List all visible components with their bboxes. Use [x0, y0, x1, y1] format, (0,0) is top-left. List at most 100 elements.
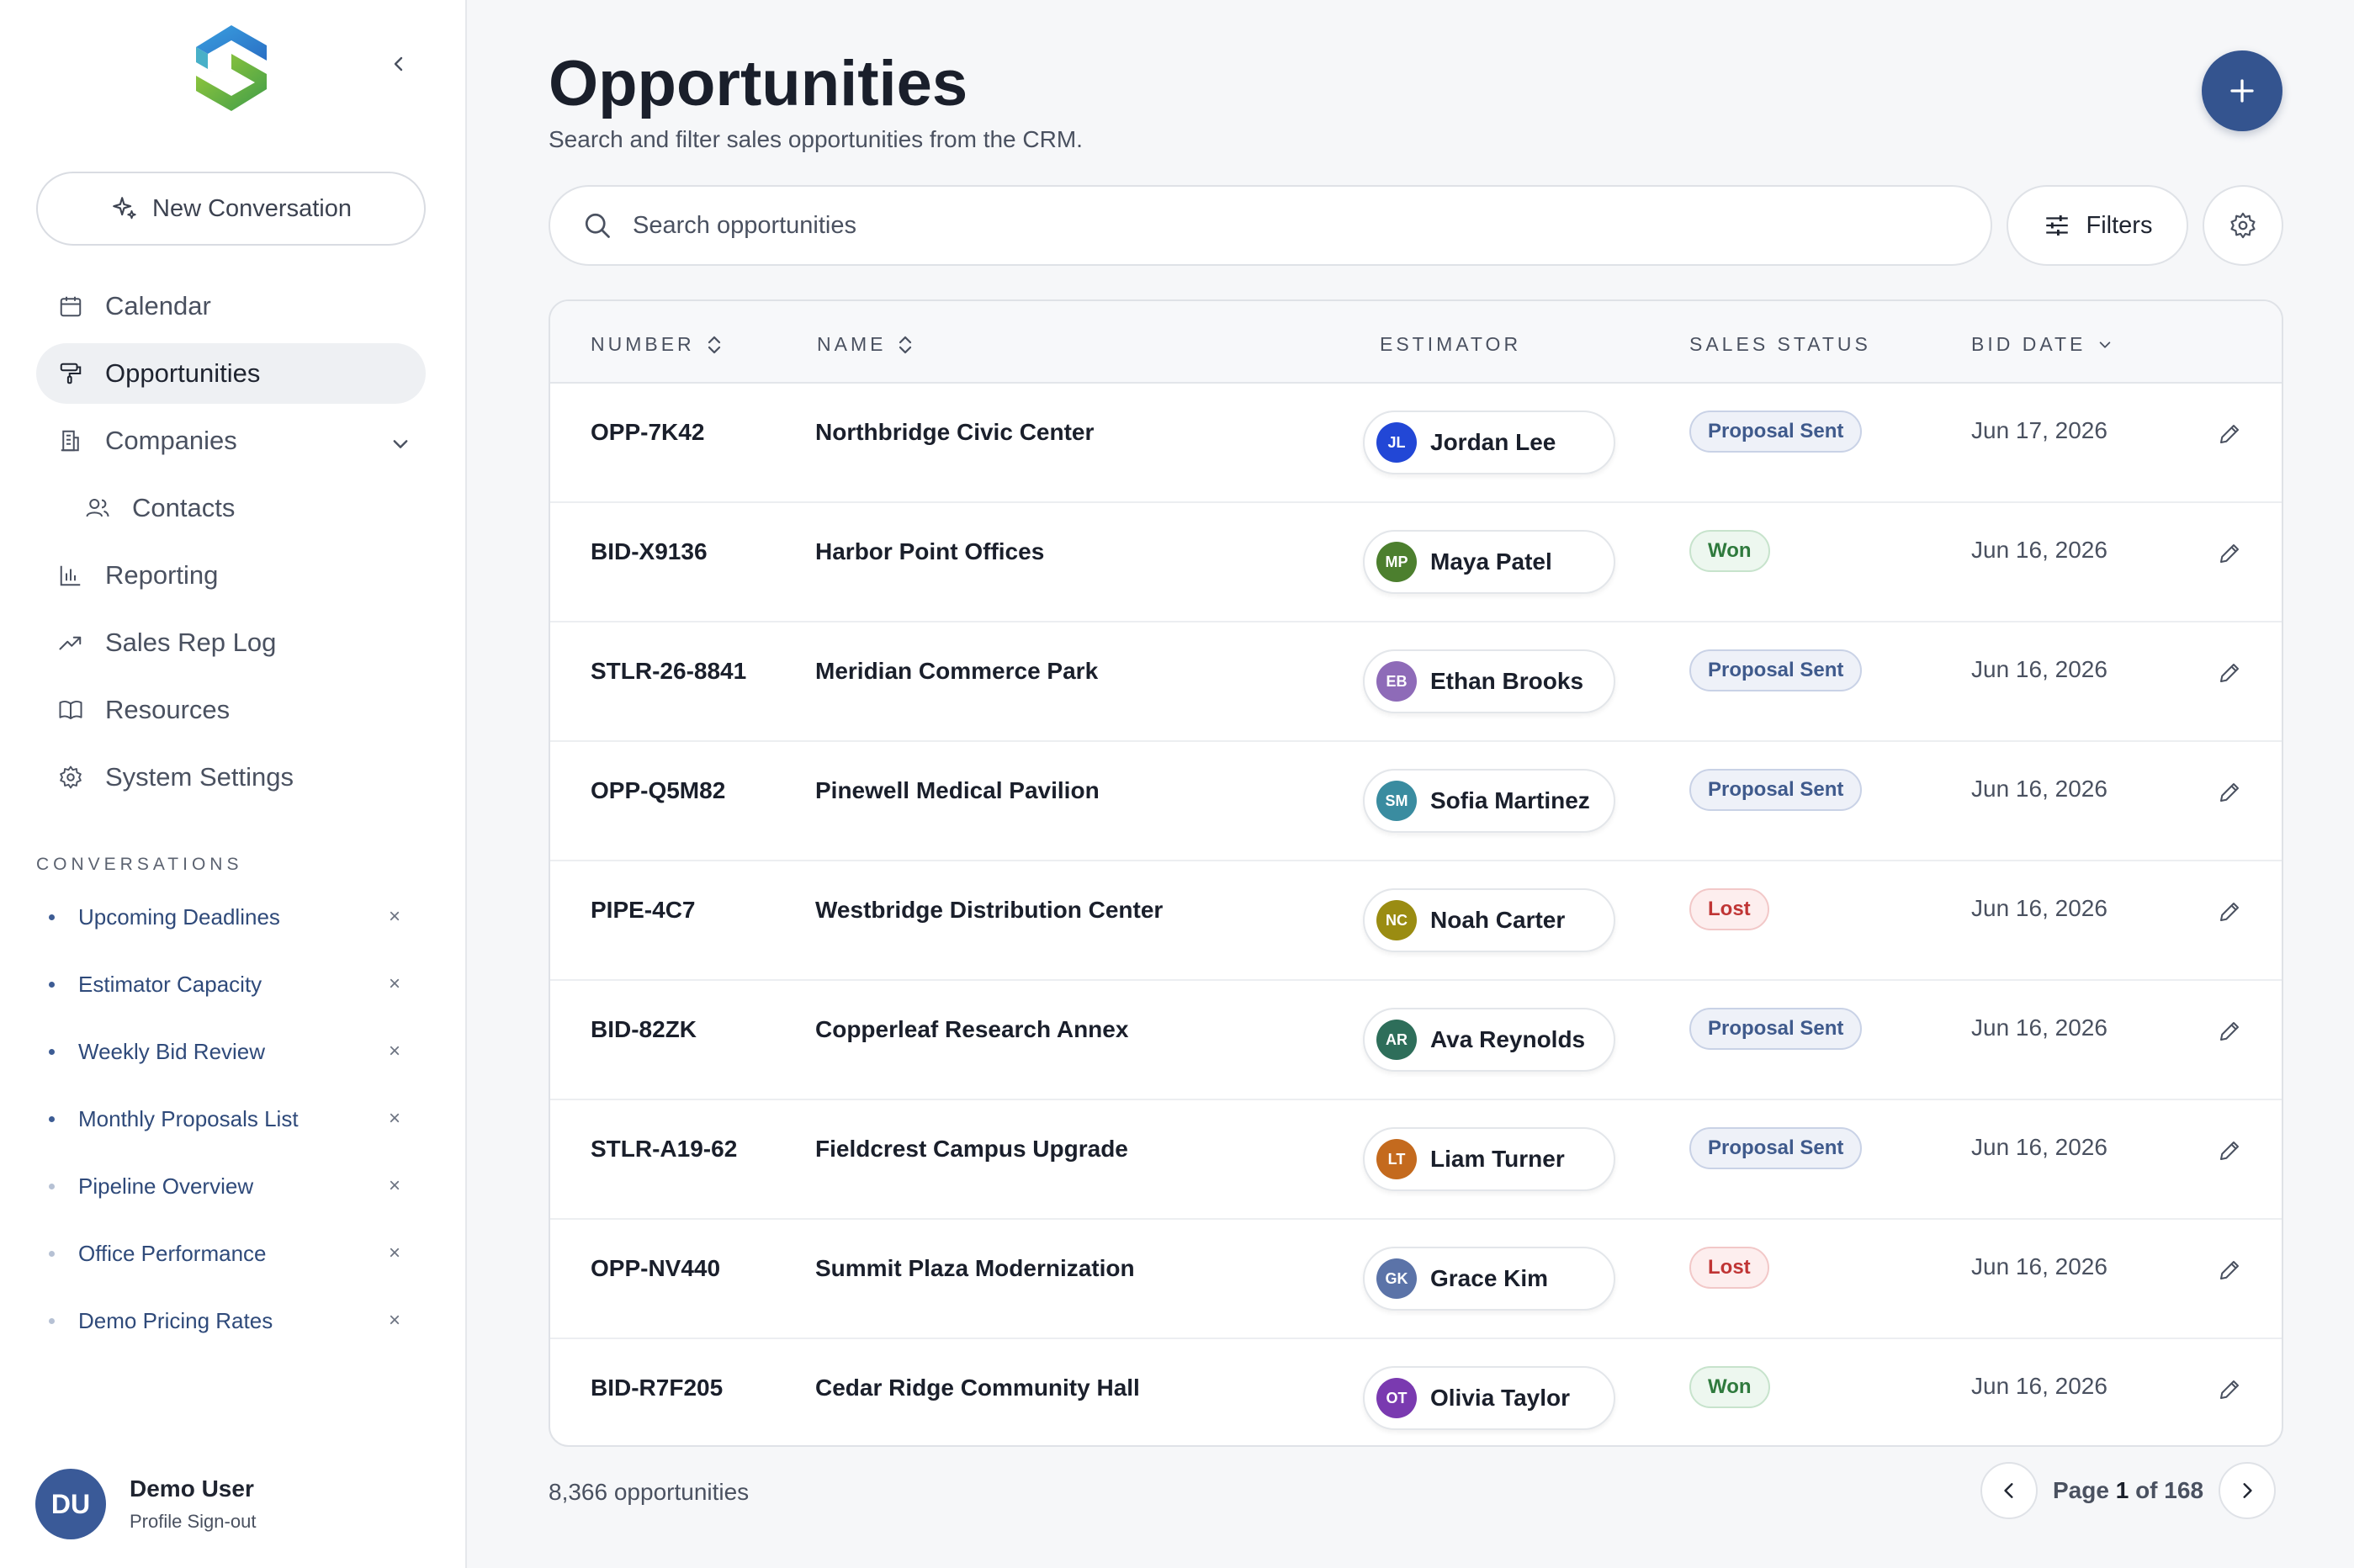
- column-header-bid-date[interactable]: BID DATE: [1971, 333, 2113, 356]
- pencil-icon: [2220, 783, 2239, 802]
- bullet-dot: [49, 1183, 55, 1189]
- table-row[interactable]: PIPE-4C7 Westbridge Distribution Center NC…: [550, 861, 2282, 981]
- opportunity-name[interactable]: Cedar Ridge Community Hall: [815, 1375, 1140, 1401]
- chevron-down-icon[interactable]: [390, 431, 411, 461]
- opportunity-name[interactable]: Fieldcrest Campus Upgrade: [815, 1136, 1128, 1163]
- table-row[interactable]: BID-R7F205 Cedar Ridge Community Hall OT Ol…: [550, 1339, 2282, 1445]
- avatar[interactable]: DU: [35, 1469, 106, 1539]
- conversation-item[interactable]: Monthly Proposals List ×: [36, 1085, 406, 1152]
- estimator-chip[interactable]: OT Olivia Taylor: [1363, 1366, 1615, 1430]
- edit-button[interactable]: [2214, 1375, 2245, 1405]
- table-row[interactable]: BID-82ZK Copperleaf Research Annex AR Ava R…: [550, 981, 2282, 1100]
- bullet-dot: [49, 981, 55, 988]
- estimator-chip[interactable]: JL Jordan Lee: [1363, 411, 1615, 474]
- edit-button[interactable]: [2214, 658, 2245, 688]
- opportunity-number: PIPE-4C7: [591, 897, 696, 923]
- sliders-icon: [2045, 215, 2068, 236]
- sidebar-item-companies[interactable]: Companies: [36, 411, 426, 471]
- opportunity-name[interactable]: Harbor Point Offices: [815, 538, 1044, 565]
- close-icon[interactable]: ×: [383, 1040, 406, 1063]
- book-icon: [56, 696, 85, 724]
- avatar: OT: [1376, 1378, 1417, 1418]
- conversation-item[interactable]: Estimator Capacity ×: [36, 951, 406, 1018]
- close-icon[interactable]: ×: [383, 1107, 406, 1131]
- search-icon: [585, 213, 610, 238]
- sidebar-item-resources[interactable]: Resources: [36, 680, 426, 740]
- conversation-item[interactable]: Upcoming Deadlines ×: [36, 883, 406, 951]
- status-badge: Lost: [1689, 888, 1769, 930]
- edit-button[interactable]: [2214, 1016, 2245, 1046]
- avatar: AR: [1376, 1020, 1417, 1060]
- gear-icon: [2230, 212, 2256, 239]
- estimator-chip[interactable]: AR Ava Reynolds: [1363, 1008, 1615, 1072]
- edit-button[interactable]: [2214, 538, 2245, 569]
- table-row[interactable]: OPP-7K42 Northbridge Civic Center JL Jordan…: [550, 384, 2282, 503]
- sidebar-item-contacts[interactable]: Contacts: [36, 478, 426, 538]
- conversation-item[interactable]: Weekly Bid Review ×: [36, 1018, 406, 1085]
- table-row[interactable]: OPP-Q5M82 Pinewell Medical Pavilion SM Sofi…: [550, 742, 2282, 861]
- filters-button[interactable]: Filters: [2007, 185, 2188, 266]
- edit-button[interactable]: [2214, 897, 2245, 927]
- close-icon[interactable]: ×: [383, 1174, 406, 1198]
- opportunity-name[interactable]: Meridian Commerce Park: [815, 658, 1098, 685]
- estimator-chip[interactable]: MP Maya Patel: [1363, 530, 1615, 594]
- close-icon[interactable]: ×: [383, 1242, 406, 1265]
- conversation-item[interactable]: Office Performance ×: [36, 1220, 406, 1287]
- edit-button[interactable]: [2214, 419, 2245, 449]
- bullet-dot: [49, 1250, 55, 1257]
- status-badge: Proposal Sent: [1689, 1127, 1863, 1169]
- sidebar-item-system-settings[interactable]: System Settings: [36, 747, 426, 808]
- close-icon[interactable]: ×: [383, 972, 406, 996]
- new-conversation-button[interactable]: New Conversation: [36, 172, 426, 246]
- previous-page-button[interactable]: [1980, 1462, 2038, 1519]
- opportunity-name[interactable]: Copperleaf Research Annex: [815, 1016, 1128, 1043]
- signout-link[interactable]: Sign-out: [187, 1511, 256, 1532]
- close-icon[interactable]: ×: [383, 905, 406, 929]
- pencil-icon: [2220, 425, 2239, 443]
- opportunity-name[interactable]: Pinewell Medical Pavilion: [815, 777, 1100, 804]
- collapse-sidebar-button[interactable]: [384, 49, 414, 79]
- bid-date: Jun 16, 2026: [1971, 776, 2107, 802]
- edit-button[interactable]: [2214, 1136, 2245, 1166]
- opportunity-name[interactable]: Northbridge Civic Center: [815, 419, 1094, 446]
- table-settings-button[interactable]: [2203, 185, 2283, 266]
- status-badge: Proposal Sent: [1689, 411, 1863, 453]
- search-input[interactable]: [633, 211, 1895, 240]
- column-header-name[interactable]: NAME: [817, 333, 913, 356]
- close-icon[interactable]: ×: [383, 1309, 406, 1332]
- trending-up-icon: [56, 628, 85, 657]
- opportunity-number: BID-82ZK: [591, 1016, 697, 1042]
- conversation-item[interactable]: Demo Pricing Rates ×: [36, 1287, 406, 1354]
- table-row[interactable]: STLR-A19-62 Fieldcrest Campus Upgrade LT Li…: [550, 1100, 2282, 1220]
- avatar: MP: [1376, 542, 1417, 582]
- avatar: LT: [1376, 1139, 1417, 1179]
- user-name: Demo User: [130, 1475, 254, 1502]
- sidebar-item-reporting[interactable]: Reporting: [36, 545, 426, 606]
- estimator-chip[interactable]: EB Ethan Brooks: [1363, 649, 1615, 713]
- table-row[interactable]: STLR-26-8841 Meridian Commerce Park EB Etha…: [550, 622, 2282, 742]
- edit-button[interactable]: [2214, 777, 2245, 808]
- next-page-button[interactable]: [2219, 1462, 2277, 1519]
- estimator-chip[interactable]: NC Noah Carter: [1363, 888, 1615, 952]
- opportunity-name[interactable]: Summit Plaza Modernization: [815, 1255, 1135, 1282]
- estimator-chip[interactable]: SM Sofia Martinez: [1363, 769, 1615, 833]
- edit-button[interactable]: [2214, 1255, 2245, 1285]
- add-opportunity-button[interactable]: [2202, 50, 2282, 131]
- status-badge: Proposal Sent: [1689, 1008, 1863, 1050]
- conversation-item[interactable]: Pipeline Overview ×: [36, 1152, 406, 1220]
- column-header-number[interactable]: NUMBER: [591, 333, 722, 356]
- status-badge: Won: [1689, 530, 1770, 572]
- estimator-chip[interactable]: GK Grace Kim: [1363, 1247, 1615, 1311]
- estimator-name: Grace Kim: [1430, 1265, 1549, 1291]
- table-row[interactable]: BID-X9136 Harbor Point Offices MP Maya Pate…: [550, 503, 2282, 622]
- sidebar-item-calendar[interactable]: Calendar: [36, 276, 426, 336]
- sidebar-item-opportunities[interactable]: Opportunities: [36, 343, 426, 404]
- sidebar-item-sales-rep-log[interactable]: Sales Rep Log: [36, 612, 426, 673]
- bid-date: Jun 16, 2026: [1971, 1253, 2107, 1279]
- profile-link[interactable]: Profile: [130, 1511, 182, 1532]
- table-row[interactable]: OPP-NV440 Summit Plaza Modernization GK Gra…: [550, 1220, 2282, 1339]
- pencil-icon: [2220, 1142, 2239, 1160]
- avatar: GK: [1376, 1258, 1417, 1299]
- opportunity-name[interactable]: Westbridge Distribution Center: [815, 897, 1163, 924]
- estimator-chip[interactable]: LT Liam Turner: [1363, 1127, 1615, 1191]
